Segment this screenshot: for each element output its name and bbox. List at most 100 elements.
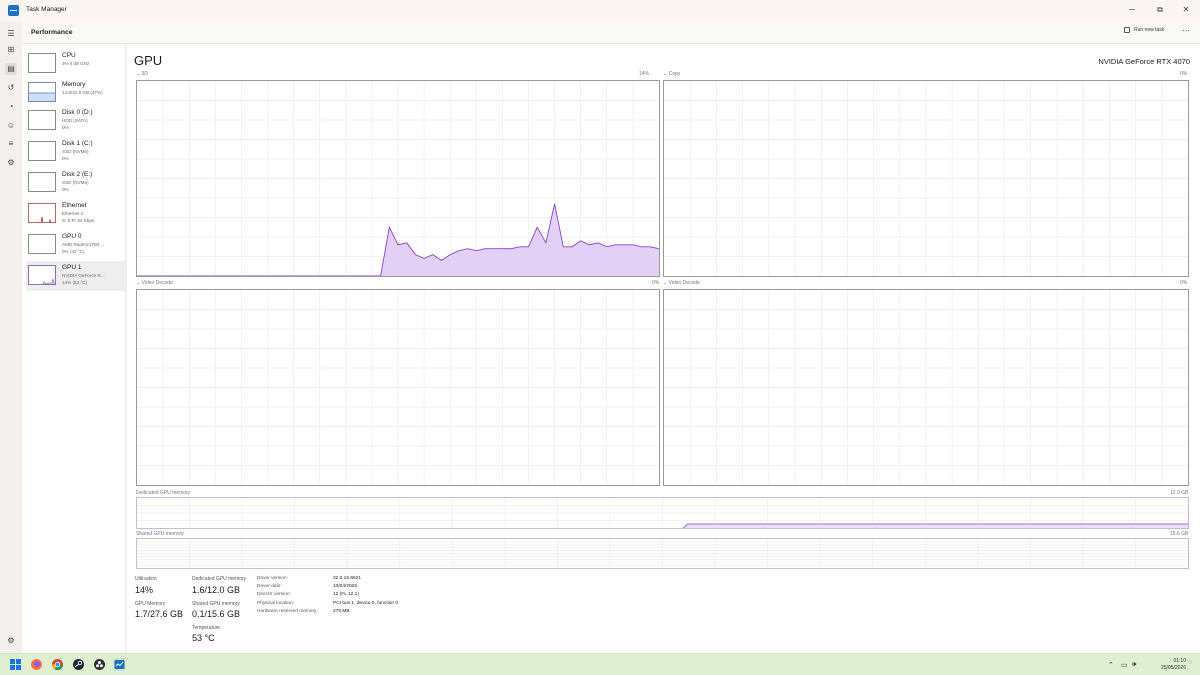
device-item-memory[interactable]: Memory 14.8/31.6 GB (47%) bbox=[26, 78, 142, 108]
gpu-detail-pane: GPU NVIDIA GeForce RTX 4070 ⌄ 3D 14% ⌄ C… bbox=[127, 44, 1200, 653]
device-detail: SSD (NVMe) bbox=[62, 149, 89, 154]
panel-copy-graph bbox=[663, 80, 1189, 277]
maximize-button[interactable]: ⧉ bbox=[1150, 3, 1170, 17]
hardware-reserved-value: 278 MB bbox=[333, 609, 350, 614]
gpu-memory-label: GPU Memory bbox=[135, 601, 166, 607]
taskbar: ⌃ ▭ 🕪 01:10 25/05/2026 ◌ bbox=[0, 653, 1200, 675]
device-list: CPU 3% 4.48 GHz Memory 14.8/31.6 GB (47%… bbox=[22, 44, 142, 653]
gpu-0-thumbnail bbox=[28, 234, 56, 254]
run-new-task-button[interactable]: Run new task bbox=[1124, 27, 1164, 33]
device-name: Disk 2 (E:) bbox=[62, 171, 93, 178]
driver-version-label: Driver version: bbox=[257, 576, 288, 581]
tray-overflow-icon[interactable]: ⌃ bbox=[1108, 661, 1114, 669]
shared-stat-value: 0.1/15.6 GB bbox=[192, 609, 241, 619]
page-title: Performance bbox=[31, 29, 73, 36]
panel-label: Video Decode bbox=[668, 280, 700, 286]
device-usage: S: 0 R: 64 Kbps bbox=[62, 218, 95, 223]
volume-icon[interactable]: 🕪 bbox=[1132, 661, 1136, 669]
physical-location-label: Physical location: bbox=[257, 601, 295, 606]
panel-video-decode-label[interactable]: ⌄ Video Decode bbox=[136, 280, 173, 286]
task-manager-icon bbox=[8, 5, 19, 16]
gpu-title: GPU bbox=[134, 53, 163, 68]
run-new-task-label: Run new task bbox=[1134, 27, 1165, 33]
close-button[interactable]: ✕ bbox=[1176, 3, 1196, 17]
dedicated-memory-chart bbox=[137, 498, 1188, 528]
device-item-disk-1[interactable]: Disk 1 (C:) SSD (NVMe) 0% bbox=[26, 137, 142, 167]
cpu-thumbnail bbox=[28, 53, 56, 73]
panel-3d-value: 14% bbox=[639, 71, 650, 77]
gpu-model: NVIDIA GeForce RTX 4070 bbox=[1098, 57, 1190, 66]
panel-video-decode-2-value: 0% bbox=[1180, 280, 1188, 286]
device-item-ethernet[interactable]: Ethernet Ethernet 2 S: 0 R: 64 Kbps bbox=[26, 199, 142, 229]
app-history-icon[interactable]: ↺ bbox=[5, 82, 17, 94]
shared-memory-graph bbox=[136, 538, 1189, 569]
notifications-icon[interactable]: ◌ bbox=[1188, 659, 1192, 666]
users-icon[interactable]: ☺ bbox=[5, 120, 17, 132]
device-name: Disk 0 (D:) bbox=[62, 109, 93, 116]
device-usage: 0% bbox=[62, 156, 69, 161]
firefox-icon[interactable] bbox=[30, 658, 43, 671]
device-detail: SSD (NVMe) bbox=[62, 180, 89, 185]
settings-icon[interactable]: ⚙ bbox=[5, 635, 17, 647]
driver-version-value: 32.0.15.6621 bbox=[333, 576, 362, 581]
panel-3d-label[interactable]: ⌄ 3D bbox=[136, 71, 148, 77]
performance-icon[interactable]: ▤ bbox=[5, 63, 17, 75]
windows-start-icon[interactable] bbox=[9, 658, 22, 671]
memory-thumbnail bbox=[28, 82, 56, 102]
network-icon[interactable]: ▭ bbox=[1121, 661, 1128, 669]
task-manager-icon[interactable] bbox=[113, 658, 126, 671]
panel-copy-value: 0% bbox=[1180, 71, 1188, 77]
device-detail: 3% 4.48 GHz bbox=[62, 61, 90, 66]
clock[interactable]: 01:10 25/05/2026 bbox=[1150, 658, 1186, 671]
services-icon[interactable]: ⚙ bbox=[5, 157, 17, 169]
device-item-gpu-0[interactable]: GPU 0 AMD Radeon(TM) ... 0% (42 °C) bbox=[26, 230, 142, 260]
disk-0-thumbnail bbox=[28, 110, 56, 130]
device-item-cpu[interactable]: CPU 3% 4.48 GHz bbox=[26, 49, 142, 79]
panel-copy-label[interactable]: ⌄ Copy bbox=[663, 71, 680, 77]
driver-date-label: Driver date: bbox=[257, 584, 282, 589]
shared-memory-max: 15.6 GB bbox=[1170, 531, 1189, 537]
steam-icon[interactable] bbox=[72, 658, 85, 671]
minimize-button[interactable]: ─ bbox=[1122, 3, 1142, 17]
title-bar: Task Manager ─ ⧉ ✕ bbox=[0, 0, 1200, 22]
video-decode-grid bbox=[137, 290, 659, 485]
menu-icon[interactable]: ☰ bbox=[5, 28, 17, 40]
more-options-icon[interactable]: ⋯ bbox=[1182, 26, 1190, 35]
video-decode-2-grid bbox=[664, 290, 1188, 485]
disk-1-thumbnail bbox=[28, 141, 56, 161]
device-item-disk-0[interactable]: Disk 0 (D:) HDD (SATA) 0% bbox=[26, 106, 142, 136]
window-title: Task Manager bbox=[26, 6, 67, 13]
panel-label: Video Decode bbox=[141, 280, 173, 286]
device-detail: HDD (SATA) bbox=[62, 118, 88, 123]
dedicated-stat-value: 1.6/12.0 GB bbox=[192, 585, 241, 595]
device-item-disk-2[interactable]: Disk 2 (E:) SSD (NVMe) 0% bbox=[26, 168, 142, 198]
startup-apps-icon[interactable]: ◔ bbox=[5, 101, 17, 113]
device-detail: NVIDIA GeForce R... bbox=[62, 273, 105, 278]
device-name: Disk 1 (C:) bbox=[62, 140, 93, 147]
panel-video-decode-2-label[interactable]: ⌄ Video Decode bbox=[663, 280, 700, 286]
device-name: Ethernet bbox=[62, 202, 87, 209]
temperature-label: Temperature bbox=[192, 625, 221, 631]
directx-version-label: DirectX version: bbox=[257, 592, 291, 597]
device-name: GPU 0 bbox=[62, 233, 82, 240]
obs-icon[interactable] bbox=[93, 658, 106, 671]
clock-date: 25/05/2026 bbox=[1160, 664, 1186, 671]
chrome-icon[interactable] bbox=[51, 658, 64, 671]
hardware-reserved-label: Hardware reserved memory: bbox=[257, 609, 318, 614]
navigation-rail: ☰ ⊞ ▤ ↺ ◔ ☺ ≡ ⚙ ⚙ bbox=[0, 22, 22, 653]
device-name: Memory bbox=[62, 81, 86, 88]
gpu-1-thumbnail bbox=[28, 265, 56, 285]
dedicated-stat-label: Dedicated GPU memory bbox=[192, 576, 247, 582]
copy-usage-grid bbox=[664, 81, 1188, 276]
device-item-gpu-1[interactable]: GPU 1 NVIDIA GeForce R... 14% (53 °C) bbox=[26, 261, 142, 291]
device-detail: 14.8/31.6 GB (47%) bbox=[62, 90, 103, 95]
details-icon[interactable]: ≡ bbox=[5, 138, 17, 150]
run-task-icon bbox=[1124, 27, 1130, 33]
processes-icon[interactable]: ⊞ bbox=[5, 44, 17, 56]
device-name: CPU bbox=[62, 52, 76, 59]
device-detail: AMD Radeon(TM) ... bbox=[62, 242, 105, 247]
device-detail: Ethernet 2 bbox=[62, 211, 84, 216]
panel-label: 3D bbox=[141, 71, 148, 77]
3d-usage-chart bbox=[137, 81, 659, 276]
panel-3d-graph bbox=[136, 80, 660, 277]
